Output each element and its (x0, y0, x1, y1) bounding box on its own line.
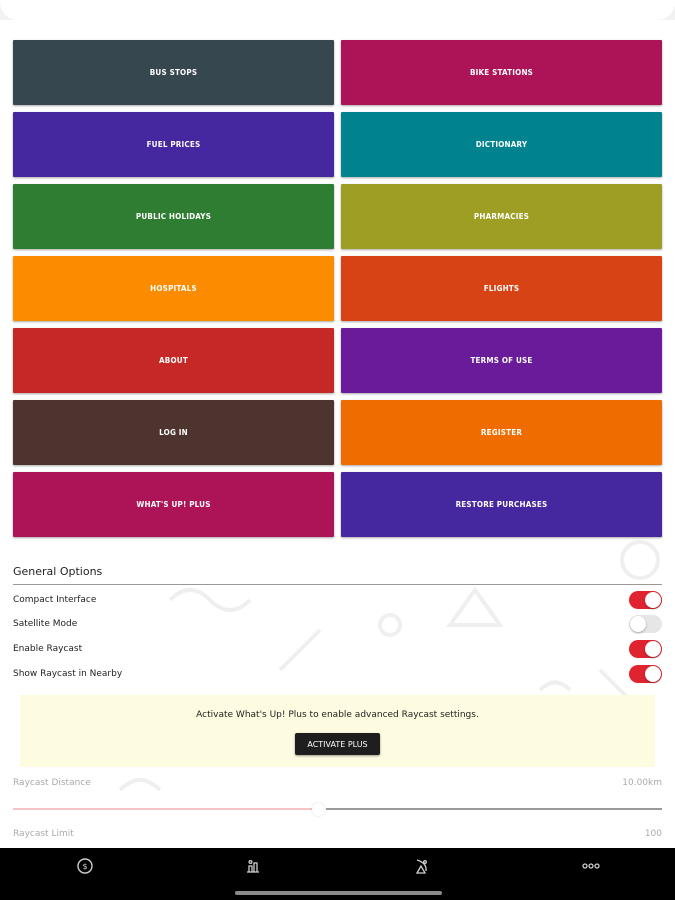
plus-promo-banner: Activate What's Up! Plus to enable advan… (20, 695, 655, 767)
activate-plus-button[interactable]: ACTIVATE PLUS (295, 733, 380, 755)
toggle-knob (630, 616, 646, 632)
raycast-limit-row: Raycast Limit 100 (13, 829, 662, 839)
raycast-distance-slider-thumb[interactable] (312, 803, 326, 816)
tile-label: PUBLIC HOLIDAYS (135, 212, 212, 221)
raycast-limit-label: Raycast Limit (13, 829, 74, 839)
option-label: Satellite Mode (13, 619, 78, 629)
enable-raycast-toggle[interactable] (629, 640, 662, 658)
terms-of-use-button[interactable]: TERMS OF USE (341, 328, 662, 393)
compact-interface-toggle[interactable] (629, 591, 662, 609)
tile-label: FLIGHTS (483, 284, 520, 293)
tile-label: WHAT'S UP! PLUS (136, 500, 211, 509)
tile-label: FUEL PRICES (146, 140, 201, 149)
slider-track-active (13, 808, 313, 810)
toggle-knob (645, 592, 661, 608)
tile-label: REGISTER (480, 428, 523, 437)
promo-text: Activate What's Up! Plus to enable advan… (196, 710, 479, 720)
option-show-raycast-nearby: Show Raycast in Nearby (13, 662, 662, 686)
raycast-limit-value: 100 (644, 829, 662, 839)
toggle-knob (645, 666, 661, 682)
fuel-prices-button[interactable]: FUEL PRICES (13, 112, 334, 177)
svg-text:$: $ (82, 862, 87, 871)
satellite-mode-toggle[interactable] (629, 615, 662, 633)
raycast-distance-value: 10.00km (622, 778, 662, 788)
general-options-heading: General Options (13, 565, 103, 578)
public-holidays-button[interactable]: PUBLIC HOLIDAYS (13, 184, 334, 249)
bottom-nav-bar: $ (0, 848, 675, 900)
tile-label: PHARMACIES (473, 212, 530, 221)
hospitals-button[interactable]: HOSPITALS (13, 256, 334, 321)
main-sheet: BUS STOPS BIKE STATIONS FUEL PRICES DICT… (0, 0, 675, 848)
option-label: Enable Raycast (13, 644, 83, 654)
home-indicator[interactable] (235, 891, 442, 895)
show-raycast-nearby-toggle[interactable] (629, 665, 662, 683)
option-label: Show Raycast in Nearby (13, 669, 123, 679)
slider-track-inactive (326, 808, 662, 810)
option-label: Compact Interface (13, 595, 97, 605)
whats-up-plus-button[interactable]: WHAT'S UP! PLUS (13, 472, 334, 537)
about-button[interactable]: ABOUT (13, 328, 334, 393)
section-divider (13, 584, 662, 585)
option-satellite-mode: Satellite Mode (13, 612, 662, 636)
restore-purchases-button[interactable]: RESTORE PURCHASES (341, 472, 662, 537)
top-edge (0, 0, 675, 20)
tile-label: BIKE STATIONS (469, 68, 534, 77)
tile-label: LOG IN (159, 428, 188, 437)
more-icon[interactable] (581, 856, 601, 876)
log-in-button[interactable]: LOG IN (13, 400, 334, 465)
option-compact-interface: Compact Interface (13, 588, 662, 612)
menu-grid: BUS STOPS BIKE STATIONS FUEL PRICES DICT… (13, 40, 662, 537)
bike-stations-button[interactable]: BIKE STATIONS (341, 40, 662, 105)
tile-label: ABOUT (159, 356, 188, 365)
register-button[interactable]: REGISTER (341, 400, 662, 465)
tile-label: TERMS OF USE (470, 356, 533, 365)
option-enable-raycast: Enable Raycast (13, 637, 662, 661)
pharmacies-button[interactable]: PHARMACIES (341, 184, 662, 249)
raycast-distance-row: Raycast Distance 10.00km (13, 778, 662, 788)
nearby-icon[interactable] (243, 856, 263, 876)
tile-label: RESTORE PURCHASES (455, 500, 548, 509)
bus-stops-button[interactable]: BUS STOPS (13, 40, 334, 105)
raycast-distance-label: Raycast Distance (13, 778, 91, 788)
tile-label: DICTIONARY (475, 140, 528, 149)
toggle-knob (645, 641, 661, 657)
money-icon[interactable]: $ (75, 856, 95, 876)
background-doodles (118, 540, 660, 792)
tile-label: HOSPITALS (150, 284, 197, 293)
flights-button[interactable]: FLIGHTS (341, 256, 662, 321)
dictionary-button[interactable]: DICTIONARY (341, 112, 662, 177)
tile-label: BUS STOPS (149, 68, 198, 77)
satellite-dish-icon[interactable] (412, 856, 432, 876)
